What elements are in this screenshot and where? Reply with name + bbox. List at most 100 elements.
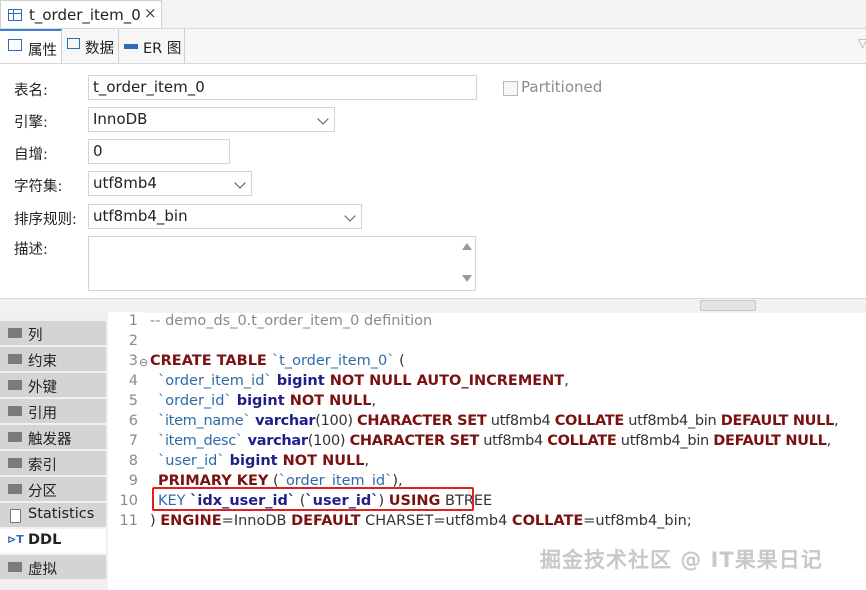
plain: utf8mb4 <box>486 413 555 429</box>
watermark: 掘金技术社区 @ IT果果日记 <box>540 548 823 572</box>
nav-label: 分区 <box>28 484 57 500</box>
scroll-up-icon[interactable] <box>462 243 472 250</box>
nav-item-triggers[interactable]: 触发器 <box>0 425 106 450</box>
nav-item-virtual[interactable]: 虚拟 <box>0 555 106 580</box>
line-number: 10 <box>119 493 138 509</box>
tab-er-label: ER 图 <box>143 41 182 57</box>
scroll-down-icon[interactable] <box>462 275 472 282</box>
type: varchar <box>242 433 308 449</box>
collation-value: utf8mb4_bin <box>93 207 188 225</box>
identifier: `order_id` <box>158 393 232 409</box>
fold-icon[interactable]: ⊖ <box>139 356 148 369</box>
nav-item-constraints[interactable]: 约束 <box>0 347 106 372</box>
plain: utf8mb4_bin <box>616 433 714 449</box>
line-number: 2 <box>128 333 138 349</box>
punct: , <box>364 453 370 469</box>
keyword: DEFAULT <box>291 513 361 529</box>
nav-label: 约束 <box>28 354 57 370</box>
nav-item-columns[interactable]: 列 <box>0 321 106 346</box>
code-line-11: ) ENGINE=InnoDB DEFAULT CHARSET=utf8mb4 … <box>150 513 692 529</box>
nav-label: 虚拟 <box>28 562 57 578</box>
keyword: NOT NULL AUTO_INCREMENT <box>324 373 565 389</box>
charset-select[interactable]: utf8mb4 <box>88 171 252 196</box>
partitioned-checkbox[interactable] <box>503 81 518 96</box>
nav-item-partitions[interactable]: 分区 <box>0 477 106 502</box>
statistics-icon <box>10 509 21 523</box>
line-number: 5 <box>128 393 138 409</box>
identifier: `item_name` <box>158 413 251 429</box>
plain: utf8mb4 <box>478 433 548 449</box>
charset-label: 字符集: <box>14 179 63 195</box>
comment: -- demo_ds_0.t_order_item_0 definition <box>150 313 433 329</box>
description-textarea[interactable] <box>88 236 476 291</box>
split-grip-handle[interactable] <box>700 300 756 311</box>
table-name-input[interactable]: t_order_item_0 <box>88 75 477 100</box>
data-grid-icon <box>67 38 80 49</box>
auto-increment-label: 自增: <box>14 147 48 163</box>
chevron-down-icon <box>234 177 246 189</box>
code-line-4: `order_item_id` bigint NOT NULL AUTO_INC… <box>158 373 569 389</box>
keyword: DEFAULT NULL <box>720 413 835 429</box>
punct: ) <box>150 513 161 529</box>
code-line-7: `item_desc` varchar(100) CHARACTER SET u… <box>158 433 831 449</box>
engine-value: InnoDB <box>93 110 148 128</box>
number: (100) <box>307 433 350 449</box>
plain: =utf8mb4_bin; <box>583 513 692 529</box>
table-name-label: 表名: <box>14 83 48 99</box>
type: bigint <box>224 453 278 469</box>
keyword: COLLATE <box>547 433 617 449</box>
nav-label: 引用 <box>28 406 57 422</box>
table-tab[interactable]: t_order_item_0 × <box>0 0 162 28</box>
folder-icon <box>8 432 22 442</box>
identifier: `item_desc` <box>158 433 243 449</box>
auto-increment-input[interactable]: 0 <box>88 139 230 164</box>
description-scrollbar[interactable] <box>457 237 475 290</box>
tab-data-label: 数据 <box>85 41 114 57</box>
nav-item-references[interactable]: 引用 <box>0 399 106 424</box>
keyword: DEFAULT NULL <box>713 433 827 449</box>
identifier: `t_order_item_0` <box>271 353 395 369</box>
folder-icon <box>8 484 22 494</box>
keyword: COLLATE <box>511 513 584 529</box>
nav-label: 外键 <box>28 380 57 396</box>
punct: , <box>834 413 839 429</box>
identifier: `user_id` <box>158 453 225 469</box>
keyword: NOT NULL <box>284 393 372 409</box>
number: (100) <box>315 413 358 429</box>
collation-select[interactable]: utf8mb4_bin <box>88 204 362 229</box>
punct: , <box>564 373 569 389</box>
punct: , <box>826 433 832 449</box>
tab-properties-label: 属性 <box>28 43 57 59</box>
nav-item-indexes[interactable]: 索引 <box>0 451 106 476</box>
description-label: 描述: <box>14 242 48 258</box>
nav-item-ddl[interactable]: ⊳T DDL <box>0 529 106 554</box>
code-line-6: `item_name` varchar(100) CHARACTER SET u… <box>158 413 839 429</box>
tab-properties[interactable]: 属性 <box>0 29 62 63</box>
partitioned-label: Partitioned <box>521 78 603 96</box>
keyword: ENGINE <box>160 513 222 529</box>
close-icon[interactable]: × <box>144 4 157 22</box>
virtual-icon <box>8 562 22 572</box>
panel-menu-icon[interactable]: ▽ <box>858 36 866 50</box>
charset-value: utf8mb4 <box>93 174 157 192</box>
folder-icon <box>8 380 22 390</box>
collation-label: 排序规则: <box>14 212 77 228</box>
engine-select[interactable]: InnoDB <box>88 107 335 132</box>
properties-icon <box>8 39 22 51</box>
tab-er-diagram[interactable]: ER 图 <box>119 29 185 63</box>
nav-label: DDL <box>28 532 62 548</box>
identifier: `order_item_id` <box>158 373 272 389</box>
line-number: 7 <box>128 433 138 449</box>
table-tab-title: t_order_item_0 <box>29 6 141 24</box>
code-line-5: `order_id` bigint NOT NULL, <box>158 393 376 409</box>
nav-item-statistics[interactable]: Statistics <box>0 503 106 528</box>
constraints-icon <box>8 354 22 364</box>
punct: , <box>371 393 377 409</box>
code-line-1: -- demo_ds_0.t_order_item_0 definition <box>150 313 432 329</box>
plain: CHARSET=utf8mb4 <box>360 513 512 529</box>
type: varchar <box>250 413 316 429</box>
nav-item-foreign-keys[interactable]: 外键 <box>0 373 106 398</box>
line-number: 11 <box>119 513 138 529</box>
tab-data[interactable]: 数据 <box>62 29 119 63</box>
er-diagram-icon <box>124 38 138 49</box>
